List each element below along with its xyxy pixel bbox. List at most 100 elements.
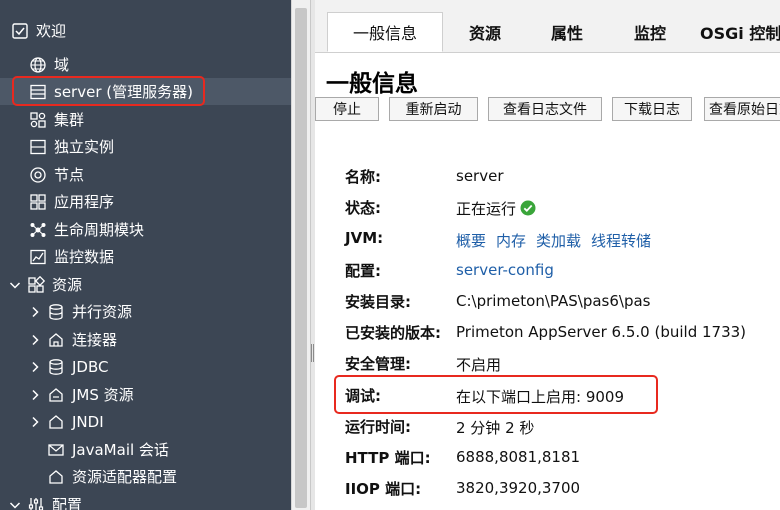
sidebar-item-label: 生命周期模块	[54, 221, 145, 239]
restart-button[interactable]: 重新启动	[389, 97, 478, 121]
sidebar-item-label: 域	[54, 56, 70, 74]
status-label: 状态:	[345, 199, 381, 217]
jms-icon	[46, 385, 66, 405]
uptime-value: 2 分钟 2 秒	[456, 419, 535, 437]
view-log-files-button[interactable]: 查看日志文件	[488, 97, 602, 121]
sidebar-item-resource-adapter-configs[interactable]: 资源适配器配置	[0, 463, 291, 490]
jvm-links: 概要 内存 类加载 线程转储	[456, 230, 661, 251]
iiop-port-label: IIOP 端口:	[345, 480, 422, 498]
http-port-label: HTTP 端口:	[345, 449, 431, 467]
sidebar-item-monitoring-data[interactable]: 监控数据	[0, 243, 291, 270]
tab-properties[interactable]: 属性	[533, 12, 601, 52]
debug-value: 在以下端口上启用: 9009	[456, 388, 624, 406]
check-circle-icon	[520, 200, 536, 216]
settings-sliders-icon	[26, 495, 46, 510]
chevron-right-icon[interactable]	[28, 333, 42, 347]
sidebar-item-label: 节点	[54, 166, 85, 184]
jvm-classloading-link[interactable]: 类加载	[536, 232, 581, 250]
tab-bar: 一般信息 资源 属性 监控 OSGi 控制	[315, 0, 780, 53]
cluster-icon	[28, 110, 48, 130]
http-port-value: 6888,8081,8181	[456, 448, 581, 466]
node-icon	[28, 165, 48, 185]
sidebar-item-applications[interactable]: 应用程序	[0, 188, 291, 215]
tab-monitoring[interactable]: 监控	[616, 12, 684, 52]
chevron-right-icon[interactable]	[28, 360, 42, 374]
globe-icon	[28, 55, 48, 75]
resources-icon	[26, 275, 46, 295]
name-value: server	[456, 167, 504, 185]
database-icon	[46, 357, 66, 377]
sidebar-item-jndi[interactable]: JNDI	[0, 408, 291, 435]
chevron-down-icon[interactable]	[8, 278, 22, 292]
chevron-right-icon[interactable]	[28, 388, 42, 402]
sidebar-item-label: 集群	[54, 111, 85, 129]
sidebar-item-resources[interactable]: 资源	[0, 271, 291, 298]
sidebar-item-label: 配置	[52, 496, 83, 510]
security-value: 不启用	[456, 356, 502, 374]
mail-icon	[46, 440, 66, 460]
sidebar-item-label: 监控数据	[54, 248, 115, 266]
main-content: 一般信息 资源 属性 监控 OSGi 控制 一般信息 停止 重新启动 查看日志文…	[315, 0, 780, 510]
navigation-sidebar: 欢迎 域 server (管理服务器) 集群 独立实例 节点 应用程序 生命周期…	[0, 0, 291, 510]
database-icon	[46, 302, 66, 322]
jvm-label: JVM:	[345, 229, 384, 247]
jvm-memory-link[interactable]: 内存	[496, 232, 526, 250]
security-label: 安全管理:	[345, 355, 411, 373]
chevron-down-icon[interactable]	[8, 498, 22, 510]
uptime-label: 运行时间:	[345, 418, 411, 436]
apps-icon	[28, 192, 48, 212]
stop-button[interactable]: 停止	[315, 97, 379, 121]
sidebar-item-jdbc[interactable]: JDBC	[0, 353, 291, 380]
sidebar-item-node[interactable]: 节点	[0, 161, 291, 188]
version-label: 已安装的版本:	[345, 324, 441, 342]
view-raw-log-button[interactable]: 查看原始日志	[704, 97, 780, 121]
page-title: 一般信息	[326, 70, 418, 96]
adapter-icon	[46, 467, 66, 487]
version-value: Primeton AppServer 6.5.0 (build 1733)	[456, 323, 747, 341]
jvm-thread-dump-link[interactable]: 线程转储	[591, 232, 651, 250]
config-link[interactable]: server-config	[456, 261, 554, 279]
sidebar-item-lifecycle-modules[interactable]: 生命周期模块	[0, 216, 291, 243]
sidebar-scrollbar[interactable]	[291, 0, 311, 510]
jndi-icon	[46, 412, 66, 432]
sidebar-item-label: 并行资源	[72, 303, 133, 321]
iiop-port-value: 3820,3920,3700	[456, 479, 581, 497]
checklist-icon	[10, 21, 30, 41]
chevron-right-icon[interactable]	[28, 415, 42, 429]
tab-resources[interactable]: 资源	[451, 12, 519, 52]
sidebar-item-label: 应用程序	[54, 193, 115, 211]
connector-icon	[46, 330, 66, 350]
tab-osgi-console[interactable]: OSGi 控制	[700, 12, 780, 52]
status-value: 正在运行	[456, 200, 517, 218]
sidebar-item-welcome[interactable]: 欢迎	[0, 17, 291, 44]
tab-general-info[interactable]: 一般信息	[327, 12, 443, 52]
sidebar-item-domain[interactable]: 域	[0, 51, 291, 78]
chevron-right-icon[interactable]	[28, 305, 42, 319]
config-label: 配置:	[345, 262, 381, 280]
instance-icon	[28, 137, 48, 157]
server-icon	[28, 82, 48, 102]
sidebar-item-server[interactable]: server (管理服务器)	[0, 78, 291, 105]
sidebar-item-javamail-sessions[interactable]: JavaMail 会话	[0, 436, 291, 463]
sidebar-item-label: 资源适配器配置	[72, 468, 178, 486]
download-logs-button[interactable]: 下载日志	[612, 97, 692, 121]
sidebar-item-concurrent-resources[interactable]: 并行资源	[0, 298, 291, 325]
sidebar-item-configurations[interactable]: 配置	[0, 491, 291, 510]
sidebar-item-label: 欢迎	[36, 22, 67, 40]
sidebar-item-standalone-instance[interactable]: 独立实例	[0, 133, 291, 160]
status-value-row: 正在运行	[456, 198, 536, 219]
jvm-summary-link[interactable]: 概要	[456, 232, 486, 250]
sidebar-item-cluster[interactable]: 集群	[0, 106, 291, 133]
sidebar-item-connectors[interactable]: 连接器	[0, 326, 291, 353]
scrollbar-thumb[interactable]	[295, 8, 307, 508]
sidebar-item-label: 资源	[52, 276, 83, 294]
sidebar-item-label: JMS 资源	[72, 386, 134, 404]
sidebar-item-label: JNDI	[72, 412, 104, 431]
name-label: 名称:	[345, 168, 381, 186]
sidebar-item-label: server (管理服务器)	[54, 83, 193, 101]
install-dir-value: C:\primeton\PAS\pas6\pas	[456, 292, 651, 310]
sidebar-item-label: JDBC	[72, 357, 109, 376]
sidebar-item-label: 连接器	[72, 331, 118, 349]
sidebar-item-jms-resources[interactable]: JMS 资源	[0, 381, 291, 408]
sidebar-item-label: JavaMail 会话	[72, 441, 169, 459]
